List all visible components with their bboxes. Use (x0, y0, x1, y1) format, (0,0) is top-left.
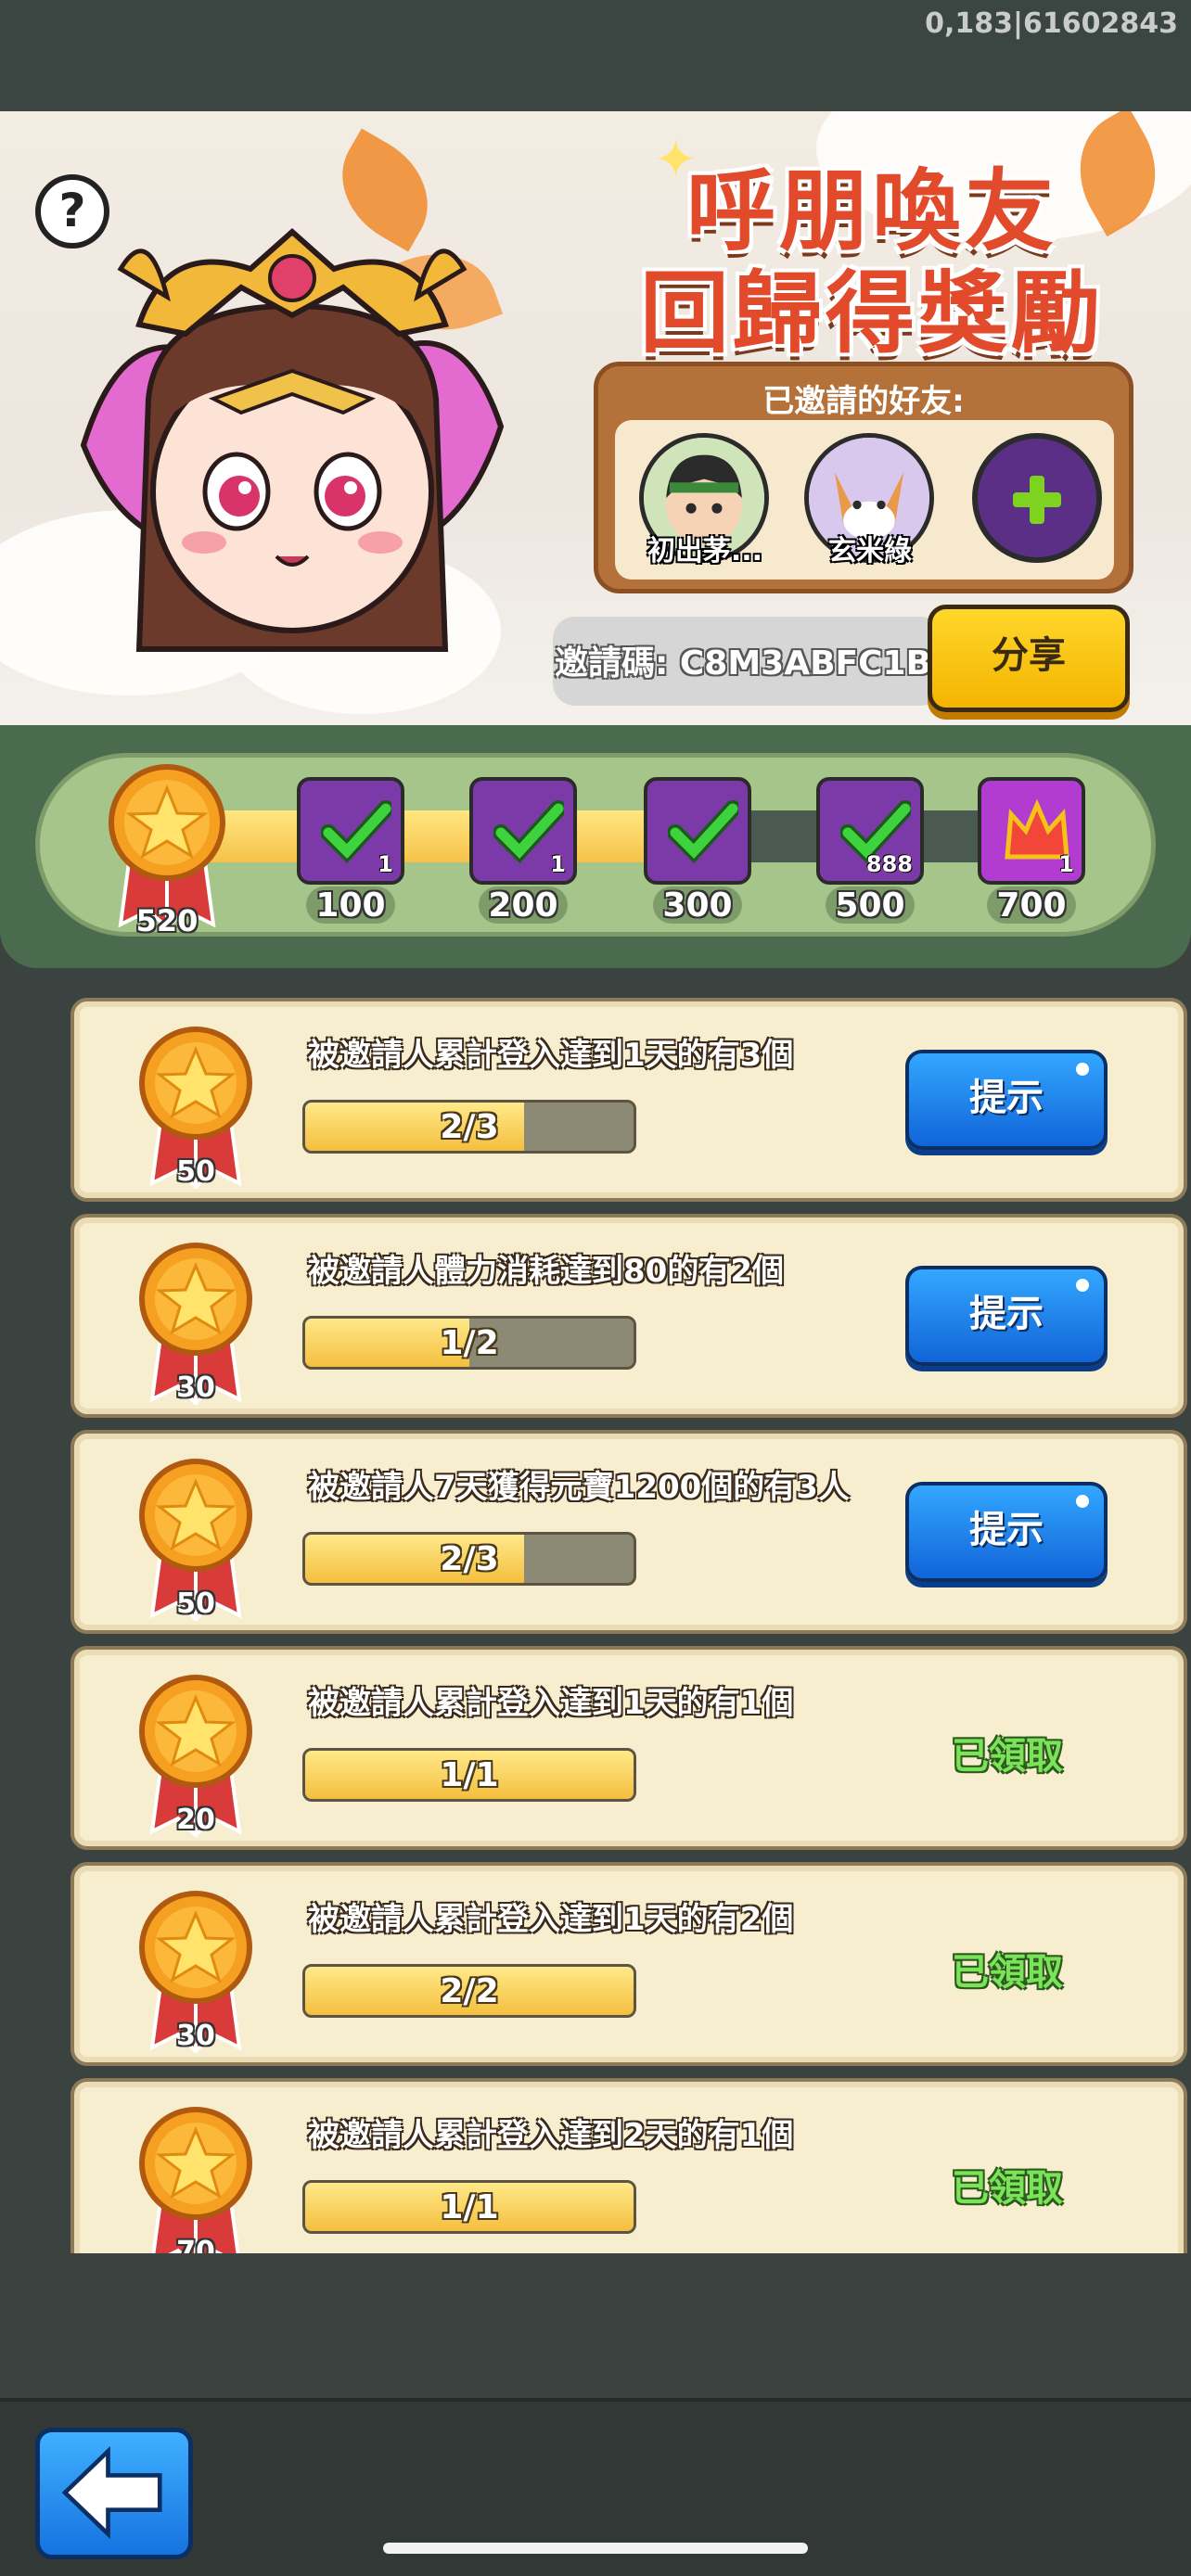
task-list[interactable]: 50 被邀請人累計登入達到1天的有3個 2/3 提示 30 被邀請人體力消耗達到80的有2… (0, 992, 1191, 2253)
hint-button[interactable]: 提示 (905, 1050, 1108, 1150)
plus-icon-vertical (1030, 476, 1044, 524)
shine-dot (1076, 1063, 1089, 1076)
friend-avatar-2[interactable]: 玄米綠 (800, 433, 940, 572)
task-progress-text: 2/3 (440, 1108, 499, 1146)
reward-count: 1 (1058, 851, 1074, 877)
claimed-status: 已領取 (952, 1735, 1063, 1778)
milestone-reward-2[interactable]: 1 200 (466, 777, 581, 944)
reward-chest-icon: 1 (469, 777, 577, 885)
milestone-value: 500 (835, 886, 905, 925)
milestone-reward-5[interactable]: 1 700 (974, 777, 1089, 944)
invite-code-text[interactable]: 邀請碼: C8M3ABFC1B (553, 636, 933, 684)
invite-code-label: 邀請碼: (554, 644, 669, 682)
invited-friends-title: 已邀請的好友: (762, 383, 965, 420)
hint-button[interactable]: 提示 (905, 1482, 1108, 1582)
invited-friends-panel: 已邀請的好友: 初出茅... 玄米綠 (594, 362, 1133, 593)
task-progress-bar: 1/1 (302, 1748, 636, 1802)
status-bar: 0,183|61602843 (0, 0, 1191, 111)
invite-code-value: C8M3ABFC1B (679, 644, 932, 682)
milestone-value: 700 (996, 886, 1067, 925)
add-friend-button[interactable] (972, 433, 1102, 563)
reward-chest-icon: 888 (816, 777, 924, 885)
task-progress-bar: 2/3 (302, 1100, 636, 1154)
back-button[interactable] (35, 2428, 193, 2559)
task-progress-text: 2/2 (440, 1972, 499, 2010)
character-portrait (80, 227, 505, 652)
task-progress-text: 1/2 (440, 1324, 499, 1362)
share-button[interactable]: 分享 (928, 605, 1130, 712)
task-description: 被邀請人累計登入達到1天的有1個 (308, 1685, 794, 1722)
task-progress-bar: 1/2 (302, 1316, 636, 1370)
reward-amount: 30 (176, 1371, 215, 1404)
reward-amount: 20 (176, 1804, 215, 1836)
hint-button-label: 提示 (969, 1293, 1044, 1335)
shine-dot (1076, 1495, 1089, 1508)
task-item: 50 被邀請人累計登入達到1天的有3個 2/3 提示 (70, 998, 1187, 1202)
reward-count: 1 (550, 851, 566, 877)
friend-name: 玄米綠 (828, 535, 912, 567)
task-description: 被邀請人累計登入達到1天的有3個 (308, 1037, 794, 1074)
home-indicator[interactable] (383, 2543, 808, 2554)
friend-avatar-1[interactable]: 初出茅... (635, 433, 775, 572)
invite-banner: ? ✦ 呼朋喚友 回歸得獎勵 已邀請的好友: 初出茅... 玄米綠 邀請碼: C… (0, 111, 1191, 725)
task-item: 30 被邀請人體力消耗達到80的有2個 1/2 提示 (70, 1214, 1187, 1418)
milestone-value: 200 (488, 886, 558, 925)
task-progress-text: 2/3 (440, 1540, 499, 1578)
task-progress-bar: 2/2 (302, 1964, 636, 2018)
reward-chest-icon: 1 (297, 777, 404, 885)
milestone-reward-4[interactable]: 888 500 (813, 777, 928, 944)
task-description: 被邀請人7天獲得元寶1200個的有3人 (308, 1469, 850, 1506)
reward-count: 1 (378, 851, 393, 877)
reward-count: 888 (865, 851, 913, 877)
bottom-bar (0, 2398, 1191, 2576)
hint-button-label: 提示 (969, 1077, 1044, 1119)
milestone-reward-1[interactable]: 1 100 (293, 777, 408, 944)
reward-progress-fill (176, 810, 717, 862)
milestone-value: 300 (662, 886, 733, 925)
points-count: 520 (135, 903, 198, 938)
reward-chest-icon (644, 777, 751, 885)
back-arrow-icon (61, 2445, 162, 2540)
hint-button-label: 提示 (969, 1509, 1044, 1551)
task-item: 50 被邀請人7天獲得元寶1200個的有3人 2/3 提示 (70, 1430, 1187, 1634)
task-item: 30 被邀請人累計登入達到1天的有2個 2/2 已領取 (70, 1862, 1187, 2066)
reward-amount: 70 (176, 2236, 215, 2253)
milestone-value: 100 (315, 886, 386, 925)
task-progress-bar: 1/1 (302, 2180, 636, 2234)
task-description: 被邀請人體力消耗達到80的有2個 (308, 1253, 784, 1290)
reward-amount: 50 (176, 1588, 215, 1620)
task-progress-bar: 2/3 (302, 1532, 636, 1586)
reward-amount: 30 (176, 2020, 215, 2052)
invited-friends-list: 初出茅... 玄米綠 (615, 420, 1114, 580)
task-description: 被邀請人累計登入達到1天的有2個 (308, 1901, 794, 1938)
reward-amount: 50 (176, 1155, 215, 1188)
reward-chest-icon: 1 (978, 777, 1085, 885)
task-progress-text: 1/1 (440, 2188, 499, 2226)
reward-medal-icon (139, 2107, 252, 2253)
task-item: 70 被邀請人累計登入達到2天的有1個 1/1 已領取 (70, 2078, 1187, 2253)
banner-title-line2: 回歸得獎勵 (640, 261, 1104, 365)
milestone-reward-3[interactable]: 300 (640, 777, 755, 944)
task-description: 被邀請人累計登入達到2天的有1個 (308, 2117, 794, 2154)
friend-name: 初出茅... (647, 535, 763, 567)
check-icon (668, 800, 738, 864)
debug-code: 0,183|61602843 (925, 7, 1178, 40)
task-progress-text: 1/1 (440, 1756, 499, 1794)
shine-dot (1076, 1279, 1089, 1292)
claimed-status: 已領取 (952, 2167, 1063, 2210)
reward-track: 520 1 100 1 200 300 888 500 1 700 (0, 725, 1191, 968)
claimed-status: 已領取 (952, 1951, 1063, 1994)
hint-button[interactable]: 提示 (905, 1266, 1108, 1366)
task-item: 20 被邀請人累計登入達到1天的有1個 1/1 已領取 (70, 1646, 1187, 1850)
